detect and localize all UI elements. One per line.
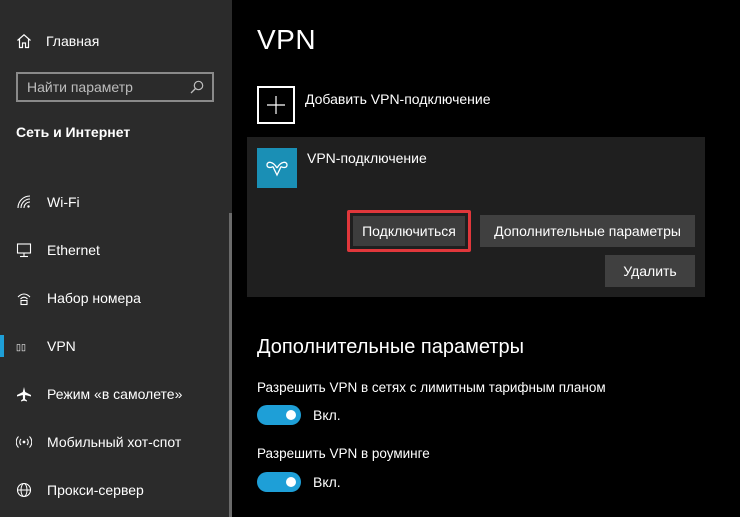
add-vpn-button[interactable]: Добавить VPN-подключение (257, 86, 491, 124)
add-vpn-label[interactable]: Добавить VPN-подключение (305, 91, 491, 107)
sidebar-scrollbar[interactable] (229, 213, 232, 517)
sidebar-item-label: VPN (47, 338, 76, 354)
roaming-toggle[interactable] (257, 472, 301, 492)
sidebar-item-hotspot[interactable]: Мобильный хот-спот (0, 424, 232, 460)
sidebar-item-dialup[interactable]: Набор номера (0, 280, 232, 316)
airplane-icon (17, 387, 31, 402)
vpn-connection-name: VPN-подключение (307, 150, 427, 166)
connect-button[interactable]: Подключиться (353, 216, 465, 246)
vpn-connection-icon (266, 161, 288, 177)
metered-toggle-row[interactable]: Вкл. (257, 405, 341, 425)
globe-icon (16, 482, 32, 498)
toggle-knob (286, 477, 296, 487)
dialup-icon (17, 293, 31, 306)
sidebar-item-ethernet[interactable]: Ethernet (0, 232, 232, 268)
search-box[interactable] (16, 72, 214, 102)
search-icon[interactable] (190, 80, 204, 94)
plus-icon (267, 96, 285, 114)
sidebar-item-airplane[interactable]: Режим «в самолете» (0, 376, 232, 412)
home-icon (17, 34, 31, 49)
toggle-knob (286, 410, 296, 420)
sidebar-item-label: Wi-Fi (47, 194, 80, 210)
wifi-icon (17, 195, 31, 209)
metered-toggle-state: Вкл. (313, 407, 341, 423)
svg-text:▯▯: ▯▯ (16, 342, 26, 352)
sidebar-item-label: Набор номера (47, 290, 141, 306)
add-vpn-box[interactable] (257, 86, 295, 124)
roaming-setting-label: Разрешить VPN в роуминге (257, 446, 430, 461)
sidebar-item-label: Мобильный хот-спот (47, 434, 182, 450)
vpn-connection-panel[interactable]: VPN-подключение Подключиться Дополнитель… (247, 137, 705, 297)
ethernet-icon (16, 243, 32, 258)
roaming-toggle-state: Вкл. (313, 474, 341, 490)
vpn-icon: ▯▯ (16, 342, 26, 352)
hotspot-icon (16, 436, 32, 448)
section-title: Сеть и Интернет (16, 124, 131, 140)
sidebar: Главная Сеть и Интернет Wi-Fi Ethernet (0, 0, 232, 517)
delete-button[interactable]: Удалить (605, 255, 695, 287)
sidebar-home[interactable]: Главная (16, 30, 99, 52)
sidebar-item-label: Режим «в самолете» (47, 386, 183, 402)
sidebar-item-label: Прокси-сервер (47, 482, 144, 498)
sidebar-item-wifi[interactable]: Wi-Fi (0, 184, 232, 220)
page-title: VPN (257, 24, 317, 55)
metered-toggle[interactable] (257, 405, 301, 425)
sidebar-home-label: Главная (46, 33, 100, 49)
metered-setting-label: Разрешить VPN в сетях с лимитным тарифны… (257, 380, 606, 395)
sidebar-item-vpn[interactable]: ▯▯ VPN (0, 328, 232, 364)
sidebar-item-label: Ethernet (47, 242, 100, 258)
active-indicator (0, 335, 4, 357)
vpn-connection-tile (257, 148, 297, 188)
roaming-toggle-row[interactable]: Вкл. (257, 472, 341, 492)
search-input[interactable] (18, 78, 190, 96)
advanced-options-button[interactable]: Дополнительные параметры (480, 215, 695, 247)
sidebar-item-proxy[interactable]: Прокси-сервер (0, 472, 232, 508)
advanced-section-title: Дополнительные параметры (257, 336, 524, 358)
